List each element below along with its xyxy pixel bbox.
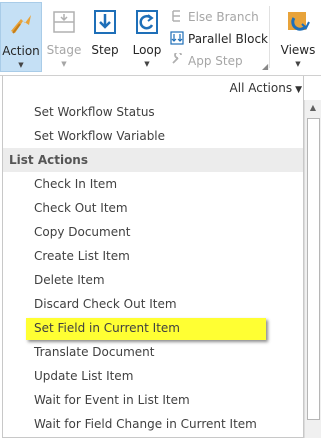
- else-branch-button[interactable]: Else Branch: [170, 9, 259, 29]
- scrollbar-thumb[interactable]: [307, 118, 320, 420]
- list-item-label: Discard Check Out Item: [34, 297, 177, 311]
- ribbon-separator: [269, 6, 270, 68]
- list-item[interactable]: Set Workflow Status: [3, 100, 303, 124]
- scroll-up-icon[interactable]: ▲: [305, 100, 321, 116]
- list-item-label: Delete Item: [34, 273, 105, 287]
- group-header-list-actions: List Actions: [3, 148, 303, 172]
- parallel-block-icon: [170, 31, 184, 45]
- list-item-label: Check Out Item: [34, 201, 128, 215]
- parallel-block-button[interactable]: Parallel Block: [170, 31, 268, 51]
- ribbon: Action ▼ Stage ▼ Step Loop ▼ Else Branch: [0, 0, 321, 76]
- step-icon: [94, 10, 116, 34]
- list-item[interactable]: Check In Item: [3, 172, 303, 196]
- action-dropdown-arrow: ▼: [18, 61, 24, 69]
- list-item-highlighted[interactable]: Set Field in Current Item: [3, 316, 303, 340]
- action-button[interactable]: Action ▼: [0, 2, 42, 72]
- action-label: Action: [2, 44, 40, 58]
- list-item[interactable]: Copy Document: [3, 220, 303, 244]
- views-button[interactable]: Views ▼: [278, 2, 318, 72]
- list-item[interactable]: Delete Item: [3, 268, 303, 292]
- else-branch-icon: [172, 10, 180, 22]
- list-item[interactable]: Translate Document: [3, 340, 303, 364]
- views-dropdown-arrow: ▼: [295, 60, 301, 68]
- list-item[interactable]: Create List Item: [3, 244, 303, 268]
- list-item-label: Check In Item: [34, 177, 118, 191]
- list-item[interactable]: Check Out Item: [3, 196, 303, 220]
- views-icon: [288, 12, 310, 31]
- list-item[interactable]: Wait for Field Change in Current Item: [3, 412, 303, 436]
- app-step-icon: [172, 53, 182, 64]
- app-step-button[interactable]: App Step: [170, 53, 243, 73]
- list-item[interactable]: Wait for Event in List Item: [3, 388, 303, 412]
- action-icon: [11, 15, 31, 34]
- list-item-label: Create List Item: [34, 249, 130, 263]
- loop-icon: [136, 10, 158, 34]
- chevron-down-icon: ▼: [295, 85, 302, 95]
- group-dialog-launcher[interactable]: ◢: [262, 62, 268, 71]
- loop-button[interactable]: Loop ▼: [127, 2, 167, 72]
- stage-label: Stage: [46, 43, 82, 57]
- list-item-label: Set Field in Current Item: [34, 321, 180, 335]
- app-step-label: App Step: [188, 54, 243, 68]
- list-item-label: Copy Document: [34, 225, 131, 239]
- list-item-label: Translate Document: [34, 345, 155, 359]
- loop-dropdown-arrow: ▼: [144, 60, 150, 68]
- step-label: Step: [91, 43, 119, 57]
- list-item[interactable]: Set Workflow Variable: [3, 124, 303, 148]
- step-button[interactable]: Step: [86, 2, 124, 72]
- list-item-label: Update List Item: [34, 369, 134, 383]
- action-list: Set Workflow Status Set Workflow Variabl…: [3, 100, 303, 436]
- parallel-block-label: Parallel Block: [188, 32, 268, 46]
- views-label: Views: [280, 43, 316, 57]
- list-item[interactable]: Discard Check Out Item: [3, 292, 303, 316]
- else-branch-label: Else Branch: [188, 10, 259, 24]
- list-item-label: Wait for Event in List Item: [34, 393, 190, 407]
- stage-icon: [53, 11, 75, 33]
- list-item-label: Wait for Field Change in Current Item: [34, 417, 257, 431]
- vertical-scrollbar[interactable]: ▲: [304, 100, 321, 438]
- all-actions-filter[interactable]: All Actions ▼: [230, 81, 302, 95]
- list-item-label: Set Workflow Status: [34, 105, 155, 119]
- stage-button[interactable]: Stage ▼: [43, 2, 85, 72]
- list-item-label: Set Workflow Variable: [34, 129, 166, 143]
- stage-dropdown-arrow: ▼: [61, 60, 67, 68]
- loop-label: Loop: [132, 43, 162, 57]
- all-actions-label: All Actions: [229, 81, 293, 95]
- list-item[interactable]: Update List Item: [3, 364, 303, 388]
